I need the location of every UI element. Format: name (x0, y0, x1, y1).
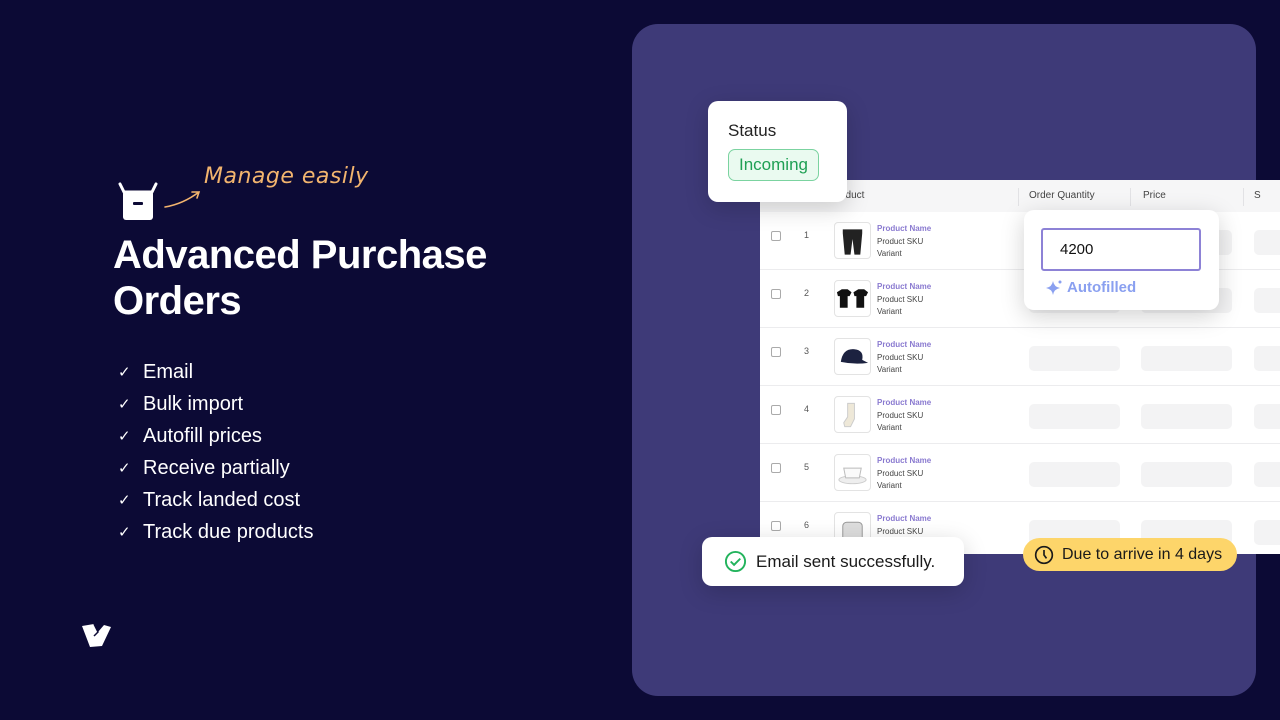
status-badge[interactable]: Incoming (728, 149, 819, 181)
feature-item: ✓ Autofill prices (118, 424, 262, 447)
product-info: Product Name Product SKU Variant (877, 223, 931, 261)
product-image (834, 222, 871, 259)
order-quantity-cell[interactable] (1029, 404, 1120, 429)
feature-list: ✓ Email ✓ Bulk import ✓ Autofill prices ✓ Re… (118, 356, 313, 548)
t-shirts-image (836, 288, 869, 308)
extra-cell[interactable] (1254, 404, 1280, 429)
pants-image (842, 228, 863, 255)
product-name-link[interactable]: Product Name (877, 455, 931, 468)
price-cell[interactable] (1141, 462, 1232, 487)
product-name-link[interactable]: Product Name (877, 397, 931, 410)
autofilled-label: Autofilled (1046, 279, 1136, 296)
feature-item: ✓ Track due products (118, 520, 314, 543)
extra-cell[interactable] (1254, 520, 1280, 545)
row-number: 3 (804, 346, 810, 356)
table-row[interactable]: 5 Product Name Product SKU Variant (760, 444, 1280, 502)
product-variant: Variant (877, 365, 902, 374)
product-name-link[interactable]: Product Name (877, 339, 931, 352)
product-info: Product Name Product SKU (877, 513, 931, 538)
row-number: 5 (804, 462, 810, 472)
row-checkbox[interactable] (771, 289, 781, 299)
product-info: Product Name Product SKU Variant (877, 397, 931, 435)
check-icon: ✓ (118, 460, 131, 477)
order-quantity-cell[interactable] (1029, 346, 1120, 371)
extra-cell[interactable] (1254, 288, 1280, 313)
check-icon: ✓ (118, 364, 131, 381)
price-cell[interactable] (1141, 346, 1232, 371)
row-checkbox[interactable] (771, 463, 781, 473)
feature-item: ✓ Bulk import (118, 392, 244, 415)
cup-image (838, 467, 867, 484)
status-label: Status (728, 121, 777, 140)
socks-image (843, 402, 855, 427)
product-info: Product Name Product SKU Variant (877, 339, 931, 377)
product-info: Product Name Product SKU Variant (877, 455, 931, 493)
row-number: 2 (804, 288, 810, 298)
due-badge: Due to arrive in 4 days (1023, 538, 1237, 571)
product-image (834, 338, 871, 375)
email-sent-toast: Email sent successfully. (702, 537, 964, 586)
arrow-icon (164, 191, 201, 208)
check-icon: ✓ (118, 396, 131, 413)
row-number: 6 (804, 520, 810, 530)
due-text: Due to arrive in 4 days (1062, 545, 1223, 563)
column-header-s: S (1254, 190, 1261, 201)
row-checkbox[interactable] (771, 521, 781, 531)
product-sku: Product SKU (877, 236, 924, 246)
product-name-link[interactable]: Product Name (877, 513, 931, 526)
price-cell[interactable] (1141, 404, 1232, 429)
product-sku: Product SKU (877, 294, 924, 304)
box-logo-icon (118, 182, 158, 220)
page-title: Advanced Purchase Orders (113, 233, 487, 323)
feature-item: ✓ Track landed cost (118, 488, 301, 511)
product-image (834, 280, 871, 317)
extra-cell[interactable] (1254, 346, 1280, 371)
feature-item: ✓ Receive partially (118, 456, 290, 479)
extra-cell[interactable] (1254, 230, 1280, 255)
order-quantity-input[interactable]: 4200 (1041, 228, 1201, 271)
row-checkbox[interactable] (771, 405, 781, 415)
check-icon: ✓ (118, 492, 131, 509)
check-circle-icon (724, 550, 747, 573)
extra-cell[interactable] (1254, 462, 1280, 487)
check-icon: ✓ (118, 428, 131, 445)
row-checkbox[interactable] (771, 231, 781, 241)
order-quantity-cell[interactable] (1029, 462, 1120, 487)
product-info: Product Name Product SKU Variant (877, 281, 931, 319)
clock-icon (1034, 545, 1054, 564)
product-sku: Product SKU (877, 410, 924, 420)
sparkle-icon (1046, 280, 1062, 295)
product-image (834, 396, 871, 433)
tagline: Manage easily (204, 164, 369, 189)
product-name-link[interactable]: Product Name (877, 281, 931, 294)
product-variant: Variant (877, 307, 902, 316)
product-sku: Product SKU (877, 468, 924, 478)
product-variant: Variant (877, 423, 902, 432)
product-sku: Product SKU (877, 352, 924, 362)
row-number: 4 (804, 404, 810, 414)
toast-message: Email sent successfully. (756, 551, 936, 571)
product-image (834, 454, 871, 491)
column-header-price: Price (1143, 190, 1166, 201)
feature-item: ✓ Email (118, 360, 194, 383)
brand-logo-icon (82, 623, 111, 647)
product-variant: Variant (877, 249, 902, 258)
product-variant: Variant (877, 481, 902, 490)
autofill-card: 4200 Autofilled (1024, 210, 1219, 310)
table-row[interactable]: 4 Product Name Product SKU Variant (760, 386, 1280, 444)
row-number: 1 (804, 230, 810, 240)
product-name-link[interactable]: Product Name (877, 223, 931, 236)
row-checkbox[interactable] (771, 347, 781, 357)
check-icon: ✓ (118, 524, 131, 541)
status-card: Status Incoming (708, 101, 847, 202)
table-row[interactable]: 3 Product Name Product SKU Variant (760, 328, 1280, 386)
column-header-order-quantity: Order Quantity (1029, 190, 1095, 201)
cap-image (840, 348, 869, 364)
